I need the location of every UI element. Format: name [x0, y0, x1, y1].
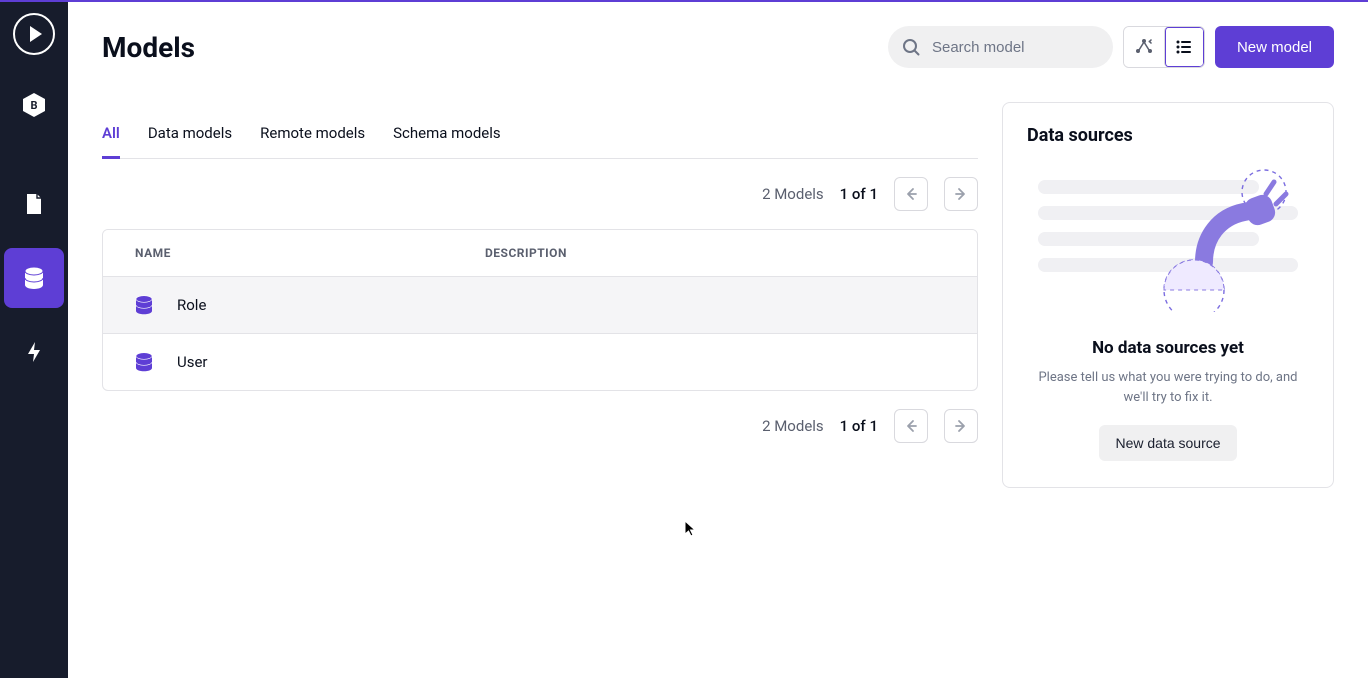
empty-state-subtitle: Please tell us what you were trying to d… — [1027, 368, 1309, 407]
tab-all[interactable]: All — [102, 124, 120, 159]
table-row[interactable]: User — [103, 334, 977, 390]
logo-play-icon[interactable] — [12, 12, 56, 56]
row-name-text: User — [177, 353, 208, 371]
col-header-description: DESCRIPTION — [485, 246, 945, 260]
page-prev-button[interactable] — [894, 177, 928, 211]
arrow-right-icon — [954, 187, 968, 201]
tabs: All Data models Remote models Schema models — [102, 124, 978, 159]
arrow-left-icon — [904, 187, 918, 201]
tab-schema-models[interactable]: Schema models — [393, 124, 501, 159]
table-header: NAME DESCRIPTION — [103, 230, 977, 277]
empty-illustration — [1038, 170, 1298, 320]
new-data-source-button[interactable]: New data source — [1099, 425, 1236, 461]
plug-icon — [1134, 162, 1294, 312]
row-name-text: Role — [177, 296, 206, 314]
view-graph-button[interactable] — [1124, 27, 1164, 67]
arrow-left-icon — [904, 419, 918, 433]
empty-state-title: No data sources yet — [1027, 338, 1309, 358]
hex-b-icon[interactable]: B — [19, 90, 49, 120]
page-next-button[interactable] — [944, 409, 978, 443]
pager-top: 2 Models 1 of 1 — [102, 159, 978, 229]
page-position: 1 of 1 — [840, 417, 878, 435]
tab-remote-models[interactable]: Remote models — [260, 124, 365, 159]
sidebar-item-models[interactable] — [4, 248, 64, 308]
svg-text:B: B — [30, 99, 37, 112]
tab-data-models[interactable]: Data models — [148, 124, 232, 159]
content-area: Models — [68, 2, 1368, 678]
view-list-button[interactable] — [1164, 27, 1204, 67]
models-table: NAME DESCRIPTION Role User — [102, 229, 978, 391]
search-input[interactable] — [888, 26, 1113, 68]
sidebar-item-page[interactable] — [4, 174, 64, 234]
search-wrap — [888, 26, 1113, 68]
page-next-button[interactable] — [944, 177, 978, 211]
sidebar-item-actions[interactable] — [4, 322, 64, 382]
database-icon — [135, 295, 153, 315]
page-title: Models — [102, 31, 195, 64]
new-model-button[interactable]: New model — [1215, 26, 1334, 68]
model-count: 2 Models — [762, 185, 824, 203]
model-count: 2 Models — [762, 417, 824, 435]
view-toggle — [1123, 26, 1205, 68]
pager-bottom: 2 Models 1 of 1 — [102, 391, 978, 461]
sidebar: B — [0, 2, 68, 678]
table-row[interactable]: Role — [103, 277, 977, 334]
database-icon — [135, 352, 153, 372]
page-position: 1 of 1 — [840, 185, 878, 203]
data-sources-panel: Data sources — [1002, 102, 1334, 488]
arrow-right-icon — [954, 419, 968, 433]
data-sources-title: Data sources — [1027, 125, 1309, 146]
col-header-name: NAME — [135, 246, 485, 260]
page-prev-button[interactable] — [894, 409, 928, 443]
